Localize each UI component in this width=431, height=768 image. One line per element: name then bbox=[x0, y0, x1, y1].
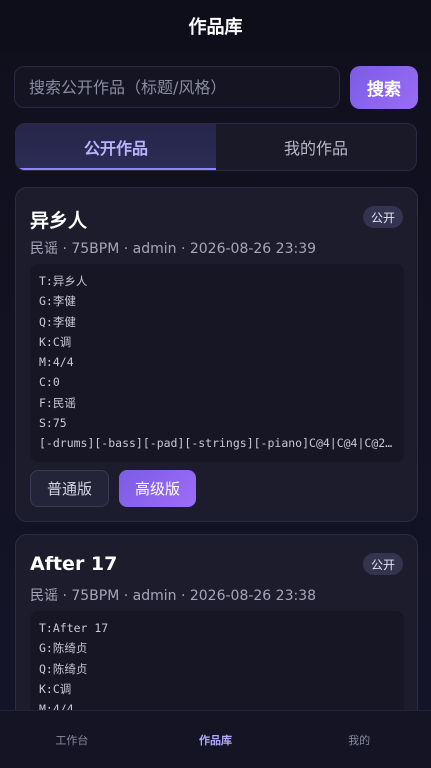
score-line: M:4/4 bbox=[39, 355, 74, 370]
score-line: K:C调 bbox=[39, 334, 72, 349]
search-button[interactable]: 搜索 bbox=[350, 65, 418, 109]
score-line: Q:陈绮贞 bbox=[39, 661, 88, 676]
tab-public-works[interactable]: 公开作品 bbox=[16, 124, 216, 170]
work-meta: 民谣 · 75BPM · admin · 2026-08-26 23:38 bbox=[30, 588, 317, 604]
score-line: G:陈绮贞 bbox=[39, 641, 88, 656]
advanced-version-button[interactable]: 高级版 bbox=[119, 470, 197, 507]
nav-item-library[interactable]: 作品库 bbox=[144, 711, 288, 768]
visibility-badge: 公开 bbox=[362, 206, 403, 228]
work-title: After 17 bbox=[30, 553, 118, 575]
score-line: K:C调 bbox=[39, 681, 72, 696]
nav-item-mine[interactable]: 我的 bbox=[287, 711, 431, 768]
work-title: 异乡人 bbox=[30, 210, 88, 232]
score-line: G:李健 bbox=[39, 294, 76, 309]
score-line: F:民谣 bbox=[39, 395, 76, 410]
app-root: 作品库 搜索 公开作品 我的作品 异乡人 公开 民谣 · 75BPM · adm… bbox=[0, 0, 431, 768]
work-card[interactable]: 异乡人 公开 民谣 · 75BPM · admin · 2026-08-26 2… bbox=[15, 187, 418, 522]
version-buttons: 普通版 高级版 bbox=[30, 470, 197, 507]
visibility-badge: 公开 bbox=[362, 553, 403, 575]
nav-item-workbench[interactable]: 工作台 bbox=[0, 711, 144, 768]
score-preview: T:异乡人 G:李健 Q:李健 K:C调 M:4/4 C:0 F:民谣 S:75… bbox=[30, 264, 404, 462]
bottom-nav: 工作台 作品库 我的 bbox=[0, 710, 431, 768]
score-line: T:After 17 bbox=[39, 621, 109, 635]
search-bar: 搜索 bbox=[14, 65, 418, 109]
work-meta: 民谣 · 75BPM · admin · 2026-08-26 23:39 bbox=[30, 241, 317, 257]
score-line: Q:李健 bbox=[39, 314, 76, 329]
top-header: 作品库 bbox=[0, 0, 431, 52]
tab-my-works[interactable]: 我的作品 bbox=[216, 124, 416, 170]
score-line: [-drums][-bass][-pad][-strings][-piano]C… bbox=[39, 436, 395, 451]
normal-version-button[interactable]: 普通版 bbox=[30, 470, 110, 507]
search-input[interactable] bbox=[14, 66, 340, 108]
score-line: T:异乡人 bbox=[39, 274, 88, 288]
score-line: C:0 bbox=[39, 375, 60, 390]
score-line: S:75 bbox=[39, 416, 67, 431]
tab-bar: 公开作品 我的作品 bbox=[15, 123, 417, 171]
page-title: 作品库 bbox=[188, 17, 243, 38]
